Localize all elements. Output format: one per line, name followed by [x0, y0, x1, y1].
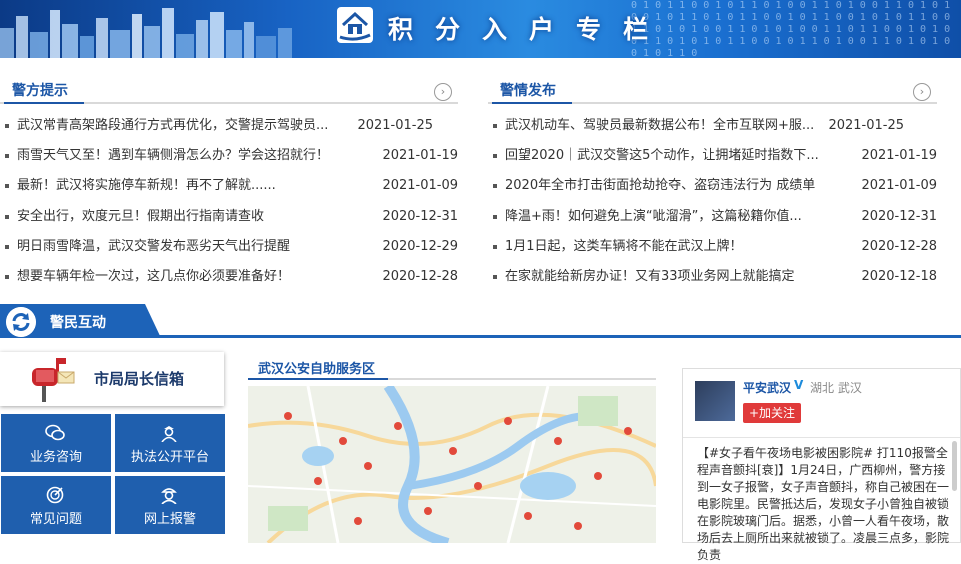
tile-label: 常见问题 [29, 512, 82, 527]
target-question-icon [46, 486, 64, 504]
law-enforcement-platform-button[interactable]: 执法公开平台 [115, 414, 225, 472]
list-item[interactable]: 1月1日起，这类车辆将不能在武汉上牌！ 2020-12-28 [488, 237, 937, 267]
avatar[interactable] [695, 381, 735, 421]
news-date: 2021-01-19 [382, 148, 458, 164]
house-hand-icon [337, 7, 373, 43]
weibo-widget: 平安武汉 V 湖北 武汉 +加关注 【#女子看午夜场电影被困影院# 打110报警… [682, 368, 961, 562]
police-news-panel: 警情发布 › 武汉机动车、驾驶员最新数据公布！全市互联网+服... 2021-01… [488, 72, 937, 297]
news-title[interactable]: 想要车辆年检一次过，这几点你必须要准备好！ [17, 267, 290, 287]
list-item[interactable]: 最新！武汉将实施停车新规！再不了解就...... 2021-01-09 [0, 176, 458, 206]
list-item[interactable]: 降温+雨！如何避免上演“呲溜滑”，这篇秘籍你值... 2020-12-31 [488, 207, 937, 237]
news-date: 2020-12-31 [861, 208, 937, 224]
news-title[interactable]: 降温+雨！如何避免上演“呲溜滑”，这篇秘籍你值... [505, 207, 802, 227]
news-title[interactable]: 武汉机动车、驾驶员最新数据公布！全市互联网+服... [505, 116, 814, 136]
scrollbar[interactable] [952, 441, 957, 491]
online-report-button[interactable]: 网上报警 [115, 476, 225, 534]
news-title[interactable]: 1月1日起，这类车辆将不能在武汉上牌！ [505, 237, 743, 257]
news-title[interactable]: 明日雨雪降温，武汉交警发布恶劣天气出行提醒 [17, 237, 290, 257]
chevron-right-icon[interactable]: › [913, 83, 931, 101]
news-title[interactable]: 最新！武汉将实施停车新规！再不了解就...... [17, 176, 276, 196]
service-map-heading: 武汉公安自助服务区 [258, 362, 376, 377]
bullet [493, 184, 497, 189]
list-item[interactable]: 在家就能给新房办证！又有33项业务网上就能搞定 2020-12-18 [488, 267, 937, 297]
bullet [493, 124, 497, 128]
news-date: 2021-01-09 [382, 178, 458, 194]
news-title[interactable]: 回望2020｜武汉交警这5个动作，让拥堵延时指数下... [505, 146, 819, 166]
weibo-post-text: 【#女子看午夜场电影被困影院# 打110报警全程声音颤抖[衰]】1月24日，广西… [697, 446, 950, 562]
list-item[interactable]: 想要车辆年检一次过，这几点你必须要准备好！ 2020-12-28 [0, 267, 458, 297]
news-date: 2020-12-18 [861, 268, 937, 284]
follow-button[interactable]: +加关注 [743, 403, 801, 423]
tile-label: 网上报警 [143, 512, 196, 527]
news-date: 2020-12-29 [382, 238, 458, 254]
police-tips-list: 武汉常青高架路段通行方式再优化，交警提示驾驶员... 2021-01-25 雨雪天… [0, 116, 458, 297]
news-title[interactable]: 在家就能给新房办证！又有33项业务网上就能搞定 [505, 267, 795, 287]
bullet [493, 244, 497, 249]
divider [683, 437, 960, 438]
news-title[interactable]: 2020年全市打击街面抢劫抢夺、盗窃违法行为 成绩单 [505, 176, 815, 196]
list-item[interactable]: 安全出行，欢度元旦！假期出行指南请查收 2020-12-31 [0, 207, 458, 237]
wuhan-map-graphic [248, 386, 656, 543]
interaction-section-bar: 警民互动 [0, 302, 961, 338]
bullet [5, 244, 9, 249]
chat-bubble-icon [45, 424, 65, 441]
service-map[interactable] [248, 386, 656, 543]
tile-label: 业务咨询 [29, 450, 82, 465]
police-officer-icon [161, 426, 177, 442]
news-date: 2020-12-28 [861, 238, 937, 254]
list-item[interactable]: 雨雪天气又至！遇到车辆侧滑怎么办？学会这招就行！ 2021-01-19 [0, 146, 458, 176]
alarm-officer-icon [161, 488, 177, 504]
news-date: 2021-01-25 [828, 118, 904, 133]
business-consult-button[interactable]: 业务咨询 [1, 414, 111, 472]
news-date: 2020-12-31 [382, 208, 458, 224]
list-item[interactable]: 武汉常青高架路段通行方式再优化，交警提示驾驶员... 2021-01-25 [0, 116, 458, 146]
heading-underline [492, 102, 572, 104]
police-tips-panel: 警方提示 › 武汉常青高架路段通行方式再优化，交警提示驾驶员... 2021-01… [0, 72, 458, 297]
bullet [5, 274, 9, 279]
police-news-header: 警情发布 › [488, 72, 937, 104]
news-date: 2021-01-25 [357, 118, 433, 133]
news-date: 2021-01-09 [861, 178, 937, 194]
interaction-tab: 警民互动 [0, 304, 161, 338]
director-mailbox-button[interactable]: 市局局长信箱 [0, 352, 224, 406]
news-date: 2021-01-19 [861, 148, 937, 164]
list-item[interactable]: 武汉机动车、驾驶员最新数据公布！全市互联网+服... 2021-01-25 [488, 116, 937, 146]
verified-badge-icon: V [794, 378, 804, 392]
chevron-right-icon[interactable]: › [434, 83, 452, 101]
bullet [493, 214, 497, 219]
bullet [5, 124, 9, 128]
interaction-heading: 警民互动 [50, 315, 106, 331]
news-date: 2020-12-28 [382, 268, 458, 284]
police-tips-header: 警方提示 › [0, 72, 458, 104]
heading-underline [4, 102, 84, 104]
heading-underline [248, 378, 388, 380]
service-map-header: 武汉公安自助服务区 [248, 356, 656, 380]
police-news-heading: 警情发布 [500, 83, 556, 99]
bullet [5, 184, 9, 189]
bullet [493, 274, 497, 279]
top-banner: 0 1 0 1 1 0 0 1 0 1 1 0 1 0 0 1 1 0 1 0 … [0, 0, 961, 58]
banner-title: 积分入户专栏 [388, 15, 671, 44]
police-tips-heading: 警方提示 [12, 83, 68, 99]
news-title[interactable]: 武汉常青高架路段通行方式再优化，交警提示驾驶员... [17, 116, 328, 136]
binary-pattern-decoration: 0 1 0 1 1 0 0 1 0 1 1 0 1 0 0 1 1 0 1 0 … [631, 0, 951, 58]
city-skyline-illustration [0, 8, 292, 58]
list-item[interactable]: 回望2020｜武汉交警这5个动作，让拥堵延时指数下... 2021-01-19 [488, 146, 937, 176]
mailbox-icon [32, 358, 75, 402]
tile-label: 执法公开平台 [130, 450, 209, 465]
police-news-list: 武汉机动车、驾驶员最新数据公布！全市互联网+服... 2021-01-25 回望2… [488, 116, 937, 297]
news-title[interactable]: 安全出行，欢度元旦！假期出行指南请查收 [17, 207, 264, 227]
mailbox-label: 市局局长信箱 [94, 370, 185, 388]
list-item[interactable]: 2020年全市打击街面抢劫抢夺、盗窃违法行为 成绩单 2021-01-09 [488, 176, 937, 206]
refresh-arrows-icon [6, 307, 36, 337]
bullet [5, 154, 9, 159]
news-title[interactable]: 雨雪天气又至！遇到车辆侧滑怎么办？学会这招就行！ [17, 146, 329, 166]
weibo-account-name[interactable]: 平安武汉 [743, 379, 791, 396]
bullet [493, 154, 497, 159]
weibo-location: 湖北 武汉 [810, 381, 862, 395]
faq-button[interactable]: 常见问题 [1, 476, 111, 534]
list-item[interactable]: 明日雨雪降温，武汉交警发布恶劣天气出行提醒 2020-12-29 [0, 237, 458, 267]
bullet [5, 214, 9, 219]
